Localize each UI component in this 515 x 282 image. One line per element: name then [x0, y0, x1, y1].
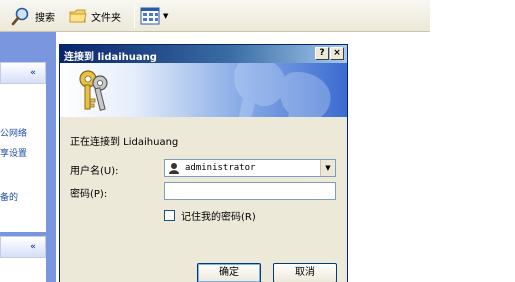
search-icon — [10, 6, 32, 26]
dialog-titlebar[interactable]: 连接到 lidaihuang ? × — [60, 45, 347, 63]
dialog-title: 连接到 lidaihuang — [64, 52, 157, 63]
task-pane-header-1[interactable]: « — [0, 62, 46, 84]
password-field[interactable] — [164, 182, 336, 200]
collapse-icon[interactable]: « — [27, 67, 39, 79]
task-pane-header-2[interactable]: « — [0, 236, 46, 258]
views-button[interactable]: ▼ — [140, 6, 168, 26]
connecting-message: 正在连接到 Lidaihuang — [70, 137, 179, 148]
task-pane-section-1: 公网络 享设置 备的 — [0, 84, 46, 232]
connect-dialog: 连接到 lidaihuang ? × 正在连接到 Lidaihuang 用户名(… — [59, 44, 348, 282]
help-button[interactable]: ? — [315, 47, 329, 60]
search-label: 搜索 — [35, 12, 55, 24]
folder-icon — [68, 7, 88, 25]
explorer-toolbar: 搜索 文件夹 ▼ — [0, 0, 430, 32]
remember-password-checkbox[interactable] — [164, 210, 175, 221]
search-button[interactable]: 搜索 — [10, 6, 55, 26]
password-label: 密码(P): — [70, 189, 108, 200]
collapse-icon[interactable]: « — [27, 241, 39, 253]
task-pane-link-3[interactable]: 备的 — [0, 190, 18, 203]
ok-button[interactable]: 确定 — [197, 263, 261, 282]
folders-button[interactable]: 文件夹 — [68, 6, 121, 26]
chevron-down-icon: ▼ — [163, 12, 169, 20]
close-button[interactable]: × — [330, 47, 344, 60]
cancel-button[interactable]: 取消 — [273, 263, 337, 282]
toolbar-separator — [134, 4, 135, 28]
username-label: 用户名(U): — [70, 166, 119, 177]
remember-password-row[interactable]: 记住我的密码(R) — [164, 208, 256, 223]
views-icon — [140, 7, 160, 25]
dialog-banner — [60, 63, 347, 117]
username-combobox[interactable]: administrator ▼ — [164, 159, 336, 177]
folders-label: 文件夹 — [91, 12, 121, 24]
keys-icon — [79, 70, 108, 111]
remember-password-label: 记住我的密码(R) — [181, 212, 256, 223]
task-pane: « 公网络 享设置 备的 « — [0, 32, 56, 282]
task-pane-link-1[interactable]: 公网络 — [0, 126, 27, 139]
task-pane-link-2[interactable]: 享设置 — [0, 146, 27, 159]
dropdown-arrow-icon[interactable]: ▼ — [320, 160, 335, 176]
user-icon — [168, 162, 180, 177]
banner-graphic — [79, 63, 331, 117]
username-value: administrator — [185, 163, 256, 173]
task-pane-section-2 — [0, 258, 46, 282]
